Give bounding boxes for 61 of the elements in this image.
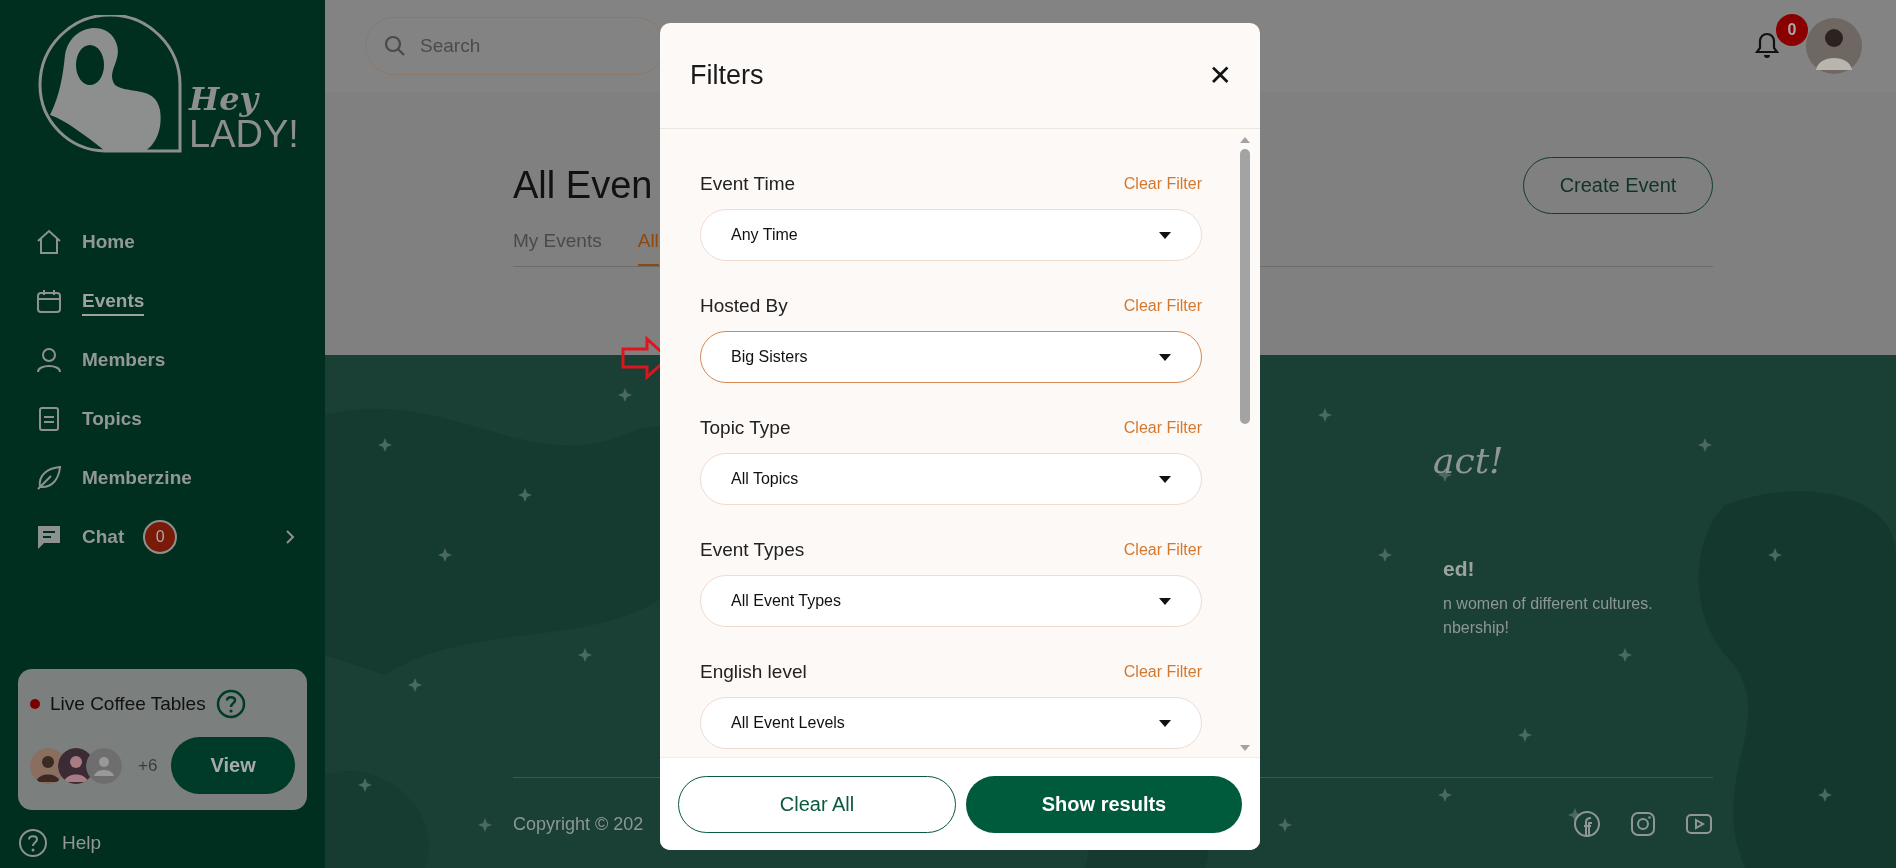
filter-label: Hosted By [700, 295, 788, 317]
filter-label: Topic Type [700, 417, 791, 439]
filter-label: Event Time [700, 173, 796, 195]
page-title: All Even [513, 164, 653, 207]
filter-label: English level [700, 661, 807, 683]
banner-heading: act! [1433, 440, 1504, 481]
nav-item[interactable]: Memberzine [35, 459, 295, 497]
caret-icon [1159, 719, 1171, 727]
facebook-icon[interactable] [1573, 810, 1601, 838]
nav-item[interactable]: Home [35, 223, 295, 261]
notification-badge: 0 [1776, 14, 1808, 46]
nav-item[interactable]: Events [35, 282, 295, 320]
clear-filter-link[interactable]: Clear Filter [1123, 175, 1202, 193]
nav-item[interactable]: Chat 0 [35, 518, 295, 556]
nav-item[interactable]: Members [35, 341, 295, 379]
help-link[interactable]: Help [62, 832, 102, 854]
leaf-icon [35, 464, 63, 492]
caret-icon [1159, 597, 1171, 605]
clear-all-button[interactable]: Clear All [678, 775, 956, 833]
view-button[interactable]: View [171, 737, 295, 794]
scroll-up-icon[interactable] [1240, 137, 1250, 143]
help-icon[interactable] [215, 689, 246, 719]
avatar-icon[interactable] [1806, 18, 1862, 74]
caret-icon [1159, 353, 1171, 361]
calendar-icon [35, 287, 63, 315]
clear-filter-link[interactable]: Clear Filter [1123, 297, 1202, 315]
scroll-thumb[interactable] [1240, 149, 1250, 424]
filter-dropdown[interactable]: All Event Levels [700, 697, 1202, 749]
banner-subheading: ed! [1443, 557, 1475, 581]
copyright-text: Copyright © 202 [513, 813, 644, 835]
dialog-title: Filters [690, 60, 764, 91]
show-results-button[interactable]: Show results [966, 775, 1242, 833]
avatar-icon [86, 747, 122, 784]
extra-count: +6 [138, 755, 158, 776]
scroll-down-icon[interactable] [1240, 745, 1250, 751]
youtube-icon[interactable] [1685, 812, 1713, 836]
clear-filter-link[interactable]: Clear Filter [1123, 541, 1202, 559]
clear-filter-link[interactable]: Clear Filter [1123, 419, 1202, 437]
person-icon [35, 346, 63, 374]
home-icon [35, 228, 63, 256]
filter-dropdown[interactable]: All Event Types [700, 575, 1202, 627]
filter-dropdown[interactable]: Any Time [700, 209, 1202, 261]
live-title: Live Coffee Tables [50, 693, 206, 715]
clear-filter-link[interactable]: Clear Filter [1123, 663, 1202, 681]
banner-text: nbership! [1443, 619, 1509, 637]
caret-icon [1159, 475, 1171, 483]
filter-label: Event Types [700, 539, 805, 561]
live-dot-icon [30, 699, 40, 709]
search-icon [383, 34, 407, 58]
count-badge: 0 [143, 520, 178, 554]
chevron-icon [285, 529, 295, 545]
instagram-icon[interactable] [1629, 810, 1657, 838]
help-icon[interactable] [18, 828, 48, 858]
nav-item[interactable]: Topics [35, 400, 295, 438]
caret-icon [1159, 231, 1171, 239]
close-button[interactable]: ✕ [1202, 59, 1238, 92]
logo-text: Hey [189, 83, 261, 115]
filter-dropdown[interactable]: Big Sisters [700, 331, 1202, 383]
banner-text: n women of different cultures. [1443, 595, 1653, 613]
filter-dropdown[interactable]: All Topics [700, 453, 1202, 505]
chat-icon [35, 523, 63, 551]
